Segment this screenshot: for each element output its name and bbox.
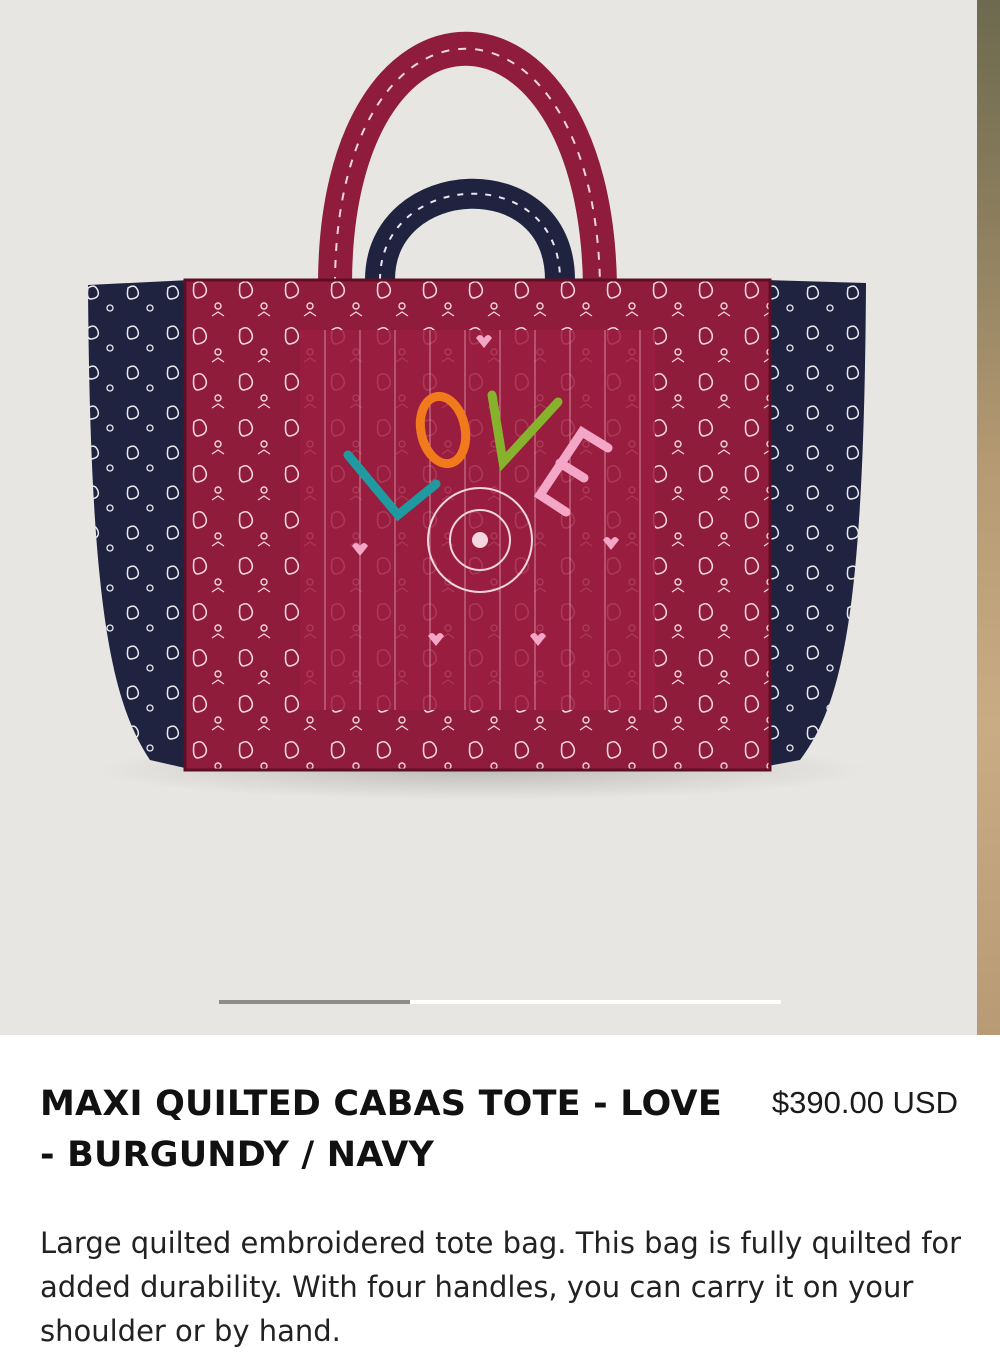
product-title: MAXI QUILTED CABAS TOTE - LOVE - BURGUND… [40,1084,722,1175]
product-description: Large quilted embroidered tote bag. This… [40,1226,962,1348]
tote-bag-illustration [88,31,870,800]
product-price: $390.00 USD [771,1085,958,1120]
next-product-image-peek[interactable] [977,0,1000,1035]
product-image-gallery[interactable] [0,0,1000,1035]
product-info: MAXI QUILTED CABAS TOTE - LOVE - BURGUND… [0,1035,1000,1348]
product-image[interactable] [0,0,975,1035]
gallery-progress-indicator [219,1000,411,1004]
gallery-progress-bar [219,1000,781,1004]
